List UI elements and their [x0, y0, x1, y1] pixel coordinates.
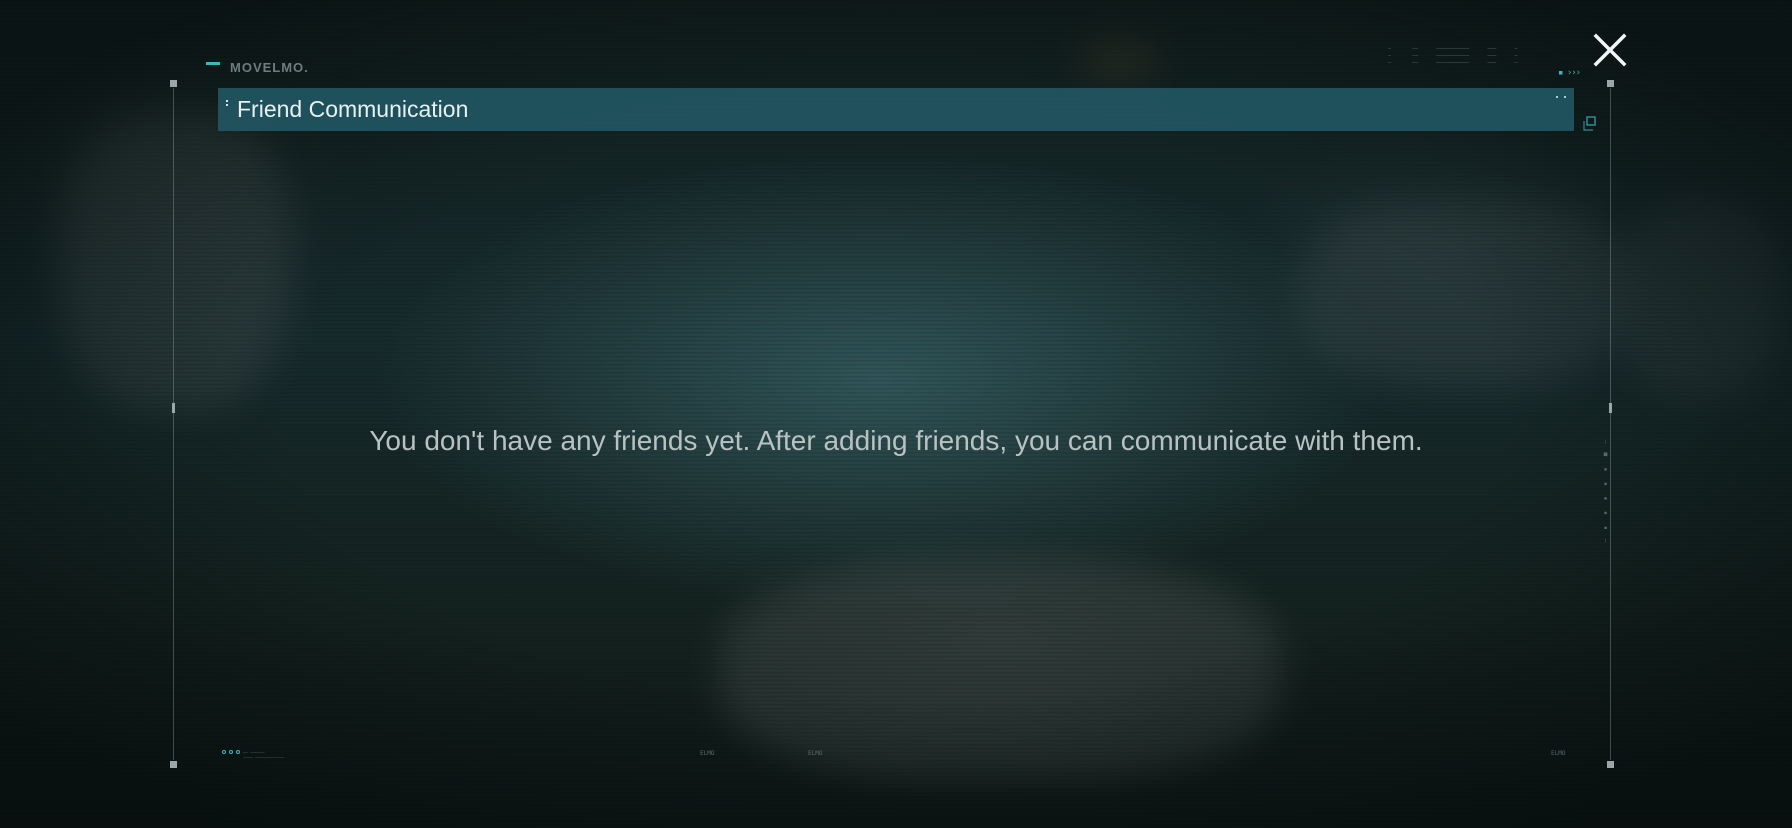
- frame-corner-top-left: [170, 80, 177, 87]
- footer-code-3: ELMO: [1551, 750, 1566, 757]
- panel-title-bar: Friend Communication: [218, 88, 1574, 131]
- footer-dots-decoration: [222, 750, 240, 754]
- frame-left-line: [173, 88, 174, 760]
- footer-code-2: ELMO: [808, 750, 823, 757]
- frame-corner-bottom-right: [1607, 761, 1614, 768]
- footer-hud-decoration: —— —————— ———— ————————————: [243, 750, 284, 760]
- close-icon: [1593, 33, 1627, 67]
- frame-right-tick: [1609, 403, 1612, 413]
- hud-decoration: — —— ——————————— ——— — — —— ——————————— …: [1388, 46, 1518, 66]
- background-shape: [720, 560, 1280, 780]
- arrows-decoration: ▪ ›››: [1558, 68, 1581, 78]
- expand-icon: [1583, 116, 1596, 131]
- frame-corner-bottom-left: [170, 761, 177, 768]
- close-button[interactable]: [1590, 30, 1630, 70]
- frame-right-line: [1610, 88, 1611, 760]
- vertical-hud-decoration: — ■ ▪ ▪ ▪ ▪ ▪ —: [1602, 440, 1609, 545]
- brand-name: MOVELMO.: [230, 60, 309, 75]
- background-shape: [1620, 200, 1780, 400]
- panel-title: Friend Communication: [237, 96, 469, 122]
- title-dots-decoration: [1556, 96, 1566, 98]
- footer-code-1: ELMO: [700, 750, 715, 757]
- title-pips-decoration: [226, 100, 228, 106]
- background-shape: [1300, 200, 1630, 390]
- brand-accent-mark: [206, 62, 220, 65]
- background-shape: [1080, 40, 1160, 80]
- empty-state-message: You don't have any friends yet. After ad…: [369, 425, 1423, 456]
- brand-logo: MOVELMO.: [206, 60, 309, 75]
- expand-button[interactable]: [1581, 116, 1597, 132]
- background-shape: [60, 110, 290, 410]
- frame-corner-top-right: [1607, 80, 1614, 87]
- frame-left-tick: [172, 403, 175, 413]
